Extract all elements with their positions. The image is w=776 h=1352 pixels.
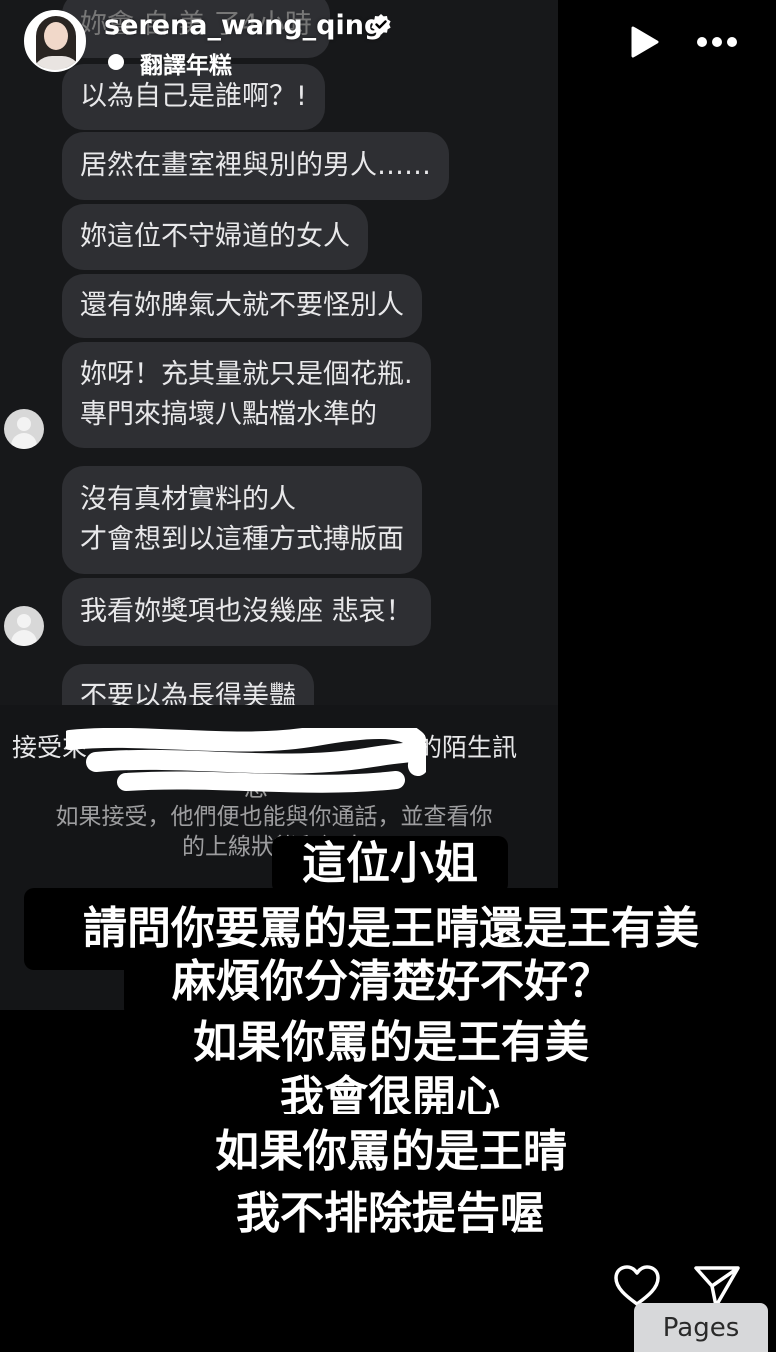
pages-tab[interactable]: Pages [634,1303,768,1352]
username[interactable]: serena_wang_qing [104,10,383,41]
verified-badge-icon [371,14,391,35]
message-bubble: 妳這位不守婦道的女人 [62,204,368,270]
redaction-scribble [66,728,426,793]
sender-avatar [4,409,44,449]
story-header: serena_wang_qing 翻譯年糕 [0,0,776,90]
caption-line: 麻煩你分清楚好不好？ [124,954,660,1018]
music-note-icon [108,54,124,70]
message-bubble: 居然在畫室裡與別的男人…… [62,132,449,200]
profile-avatar[interactable] [24,10,86,72]
caption-line: 我不排除提告喔 [198,1184,582,1252]
caption-line: 如果你罵的是王晴 [174,1114,608,1190]
story-viewer: 妳會 自 美 了4小時 以為自己是誰啊？! 居然在畫室裡與別的男人…… 妳這位不… [0,0,776,1352]
sender-avatar [4,606,44,646]
caption-line: 這位小姐 [272,836,508,894]
message-bubble: 我看妳獎項也沒幾座 悲哀！ [62,578,431,646]
message-list: 妳會 自 美 了4小時 以為自己是誰啊？! 居然在畫室裡與別的男人…… 妳這位不… [0,0,558,705]
music-label[interactable]: 翻譯年糕 [140,46,232,80]
message-bubble-partial: 不要以為長得美豔 [62,664,314,705]
message-bubble: 還有妳脾氣大就不要怪別人 [62,274,422,338]
message-bubble: 妳呀！充其量就只是個花瓶. 專門來搞壞八點檔水準的 [62,342,431,448]
play-icon[interactable] [630,26,660,58]
more-icon[interactable] [696,36,738,48]
message-bubble: 沒有真材實料的人 才會想到以這種方式搏版面 [62,466,422,574]
